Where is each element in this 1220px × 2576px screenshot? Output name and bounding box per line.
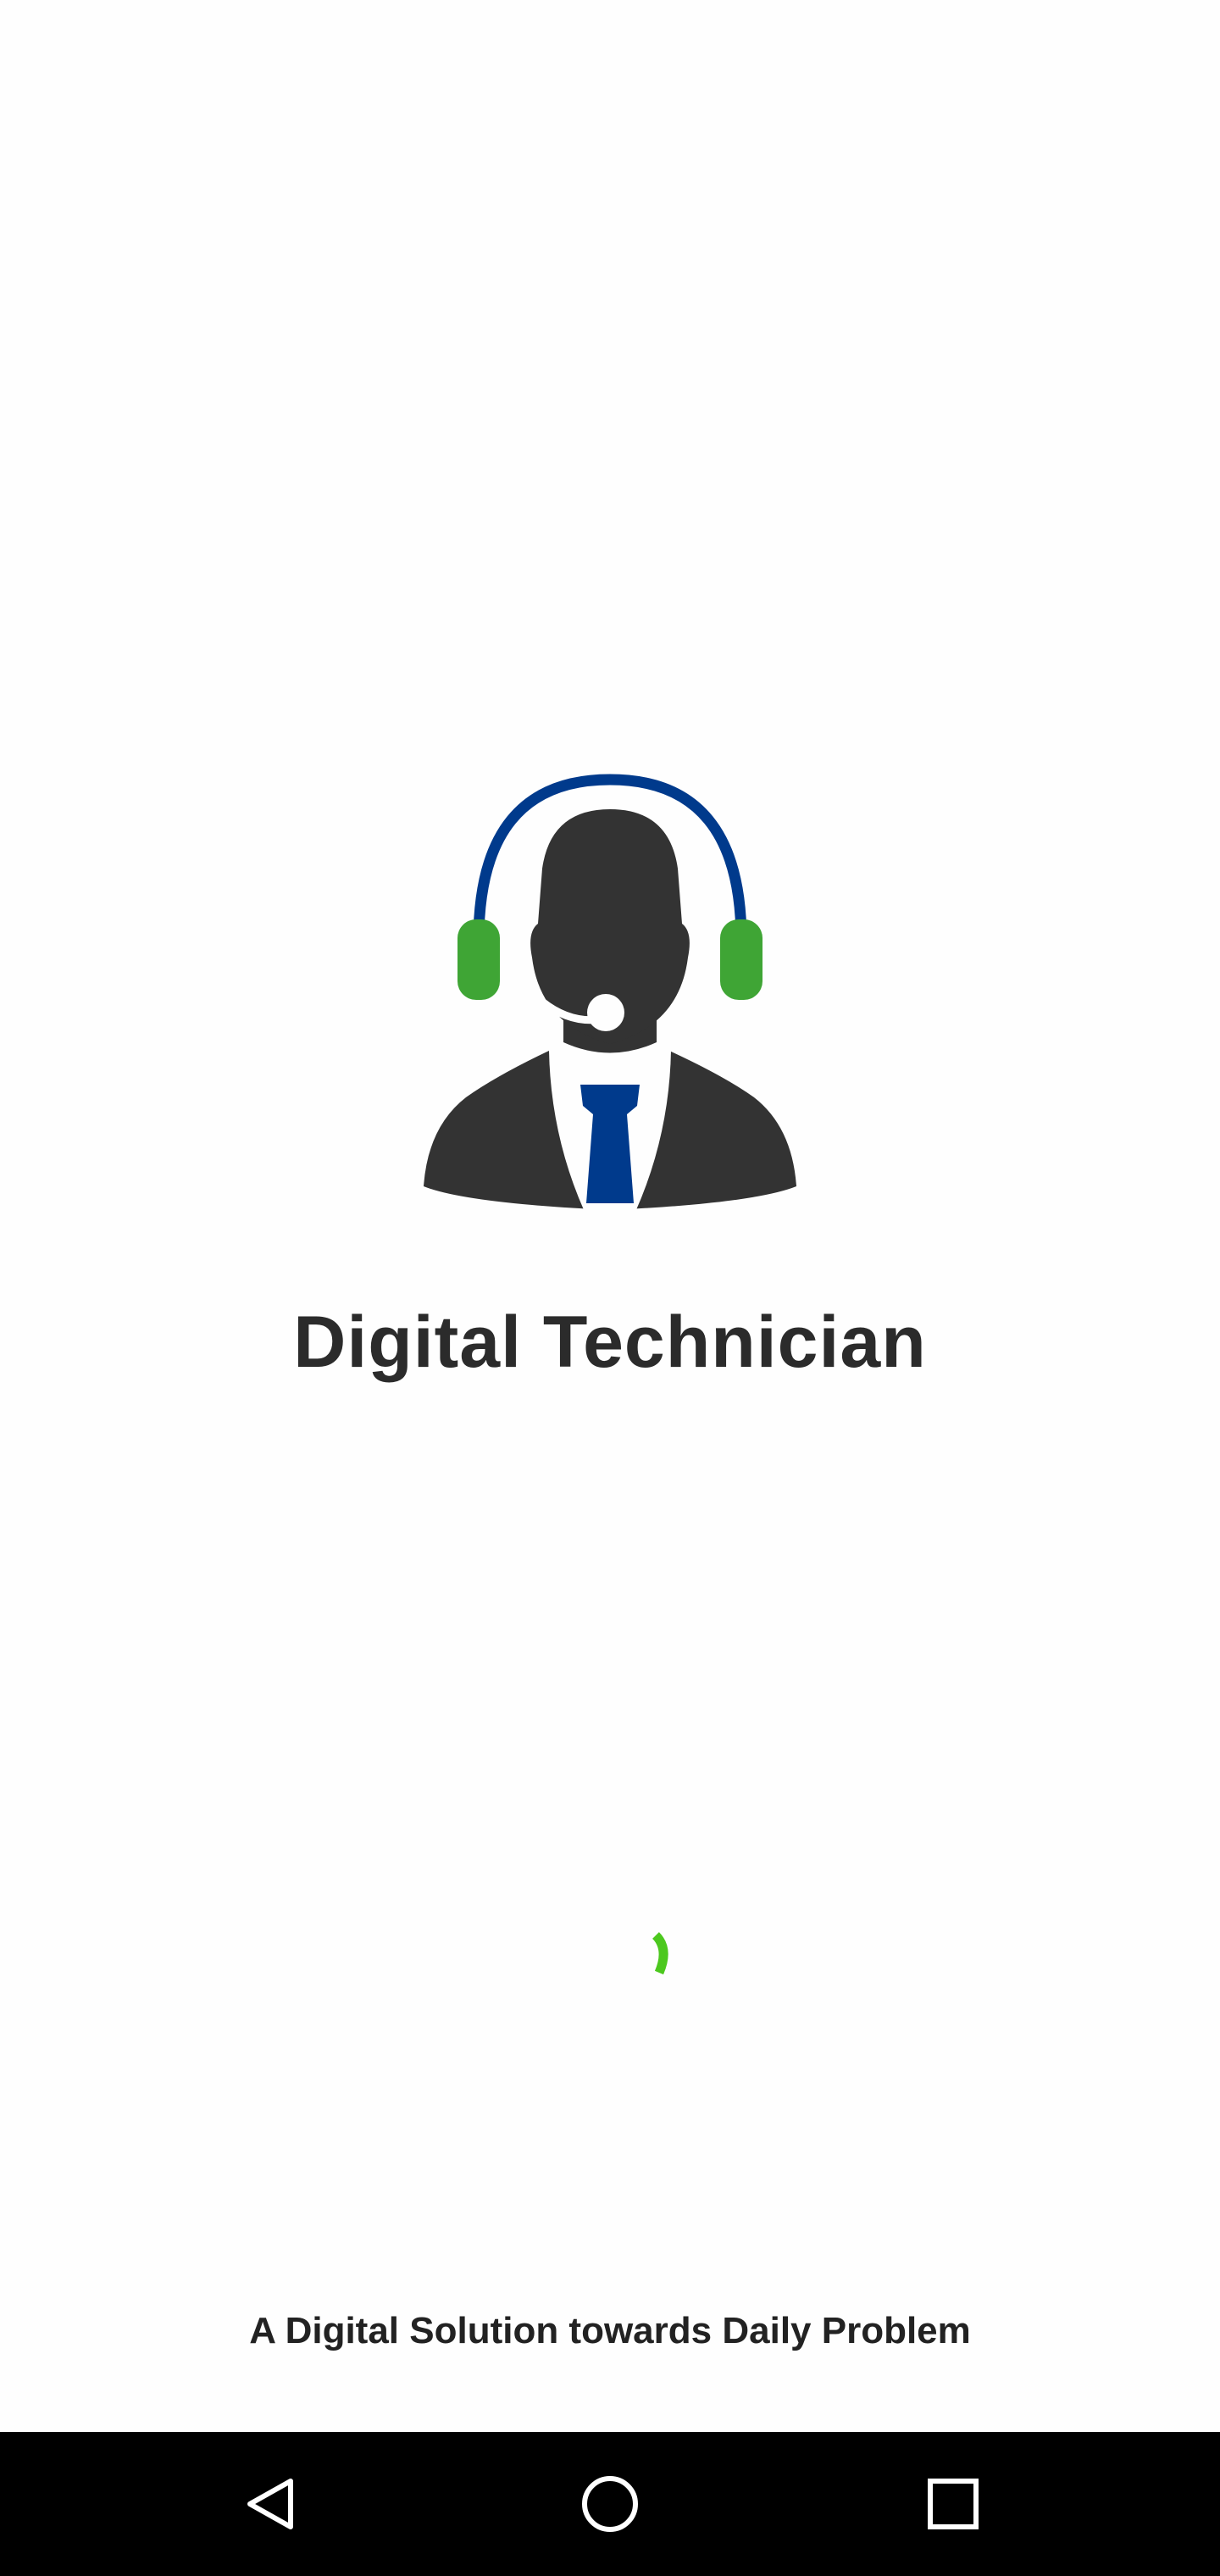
technician-headset-logo <box>424 774 796 1212</box>
nav-back-button[interactable] <box>229 2462 313 2546</box>
system-navigation-bar <box>0 2432 1220 2576</box>
recents-square-icon <box>928 2479 979 2529</box>
nav-recents-button[interactable] <box>911 2462 995 2546</box>
back-triangle-icon <box>247 2479 293 2529</box>
app-title: Digital Technician <box>293 1302 927 1383</box>
app-tagline: A Digital Solution towards Daily Problem <box>249 2310 971 2351</box>
home-circle-icon <box>582 2476 638 2532</box>
loading-spinner <box>652 1932 668 1975</box>
splash-screen: Digital Technician A Digital Solution to… <box>0 0 1220 2432</box>
nav-home-button[interactable] <box>568 2462 652 2546</box>
right-ear-cup <box>720 919 762 1000</box>
left-ear-cup <box>458 919 500 1000</box>
microphone-head <box>587 994 624 1031</box>
